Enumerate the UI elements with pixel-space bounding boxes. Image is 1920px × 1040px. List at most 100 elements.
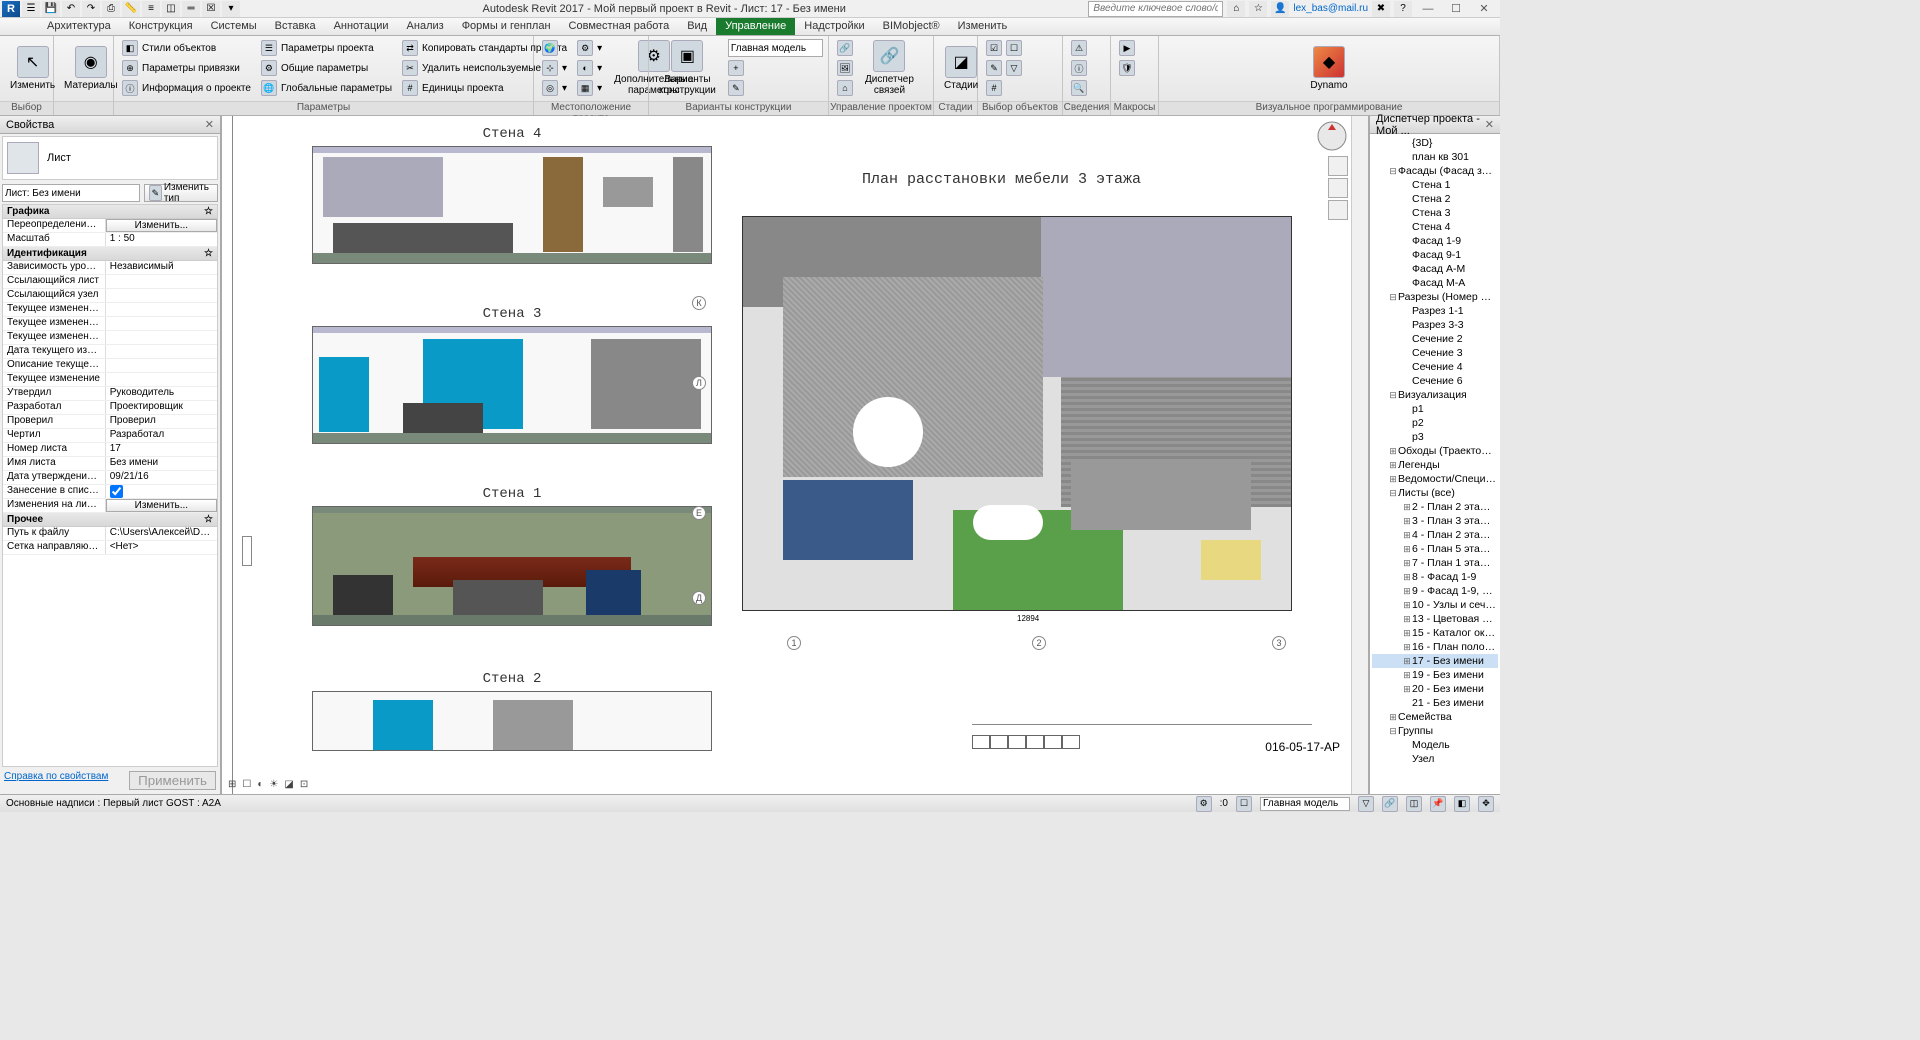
tab-massing[interactable]: Формы и генплан [453,18,560,35]
communicate-icon[interactable]: ☆ [1249,1,1267,17]
tree-item[interactable]: ⊞Легенды [1372,458,1498,472]
prop-row[interactable]: Описание текущего ... [3,359,217,373]
prop-row[interactable]: Текущее изменение [3,373,217,387]
qat-switch-icon[interactable]: ▾ [222,1,240,17]
apply-button[interactable]: Применить [129,771,216,790]
tree-item[interactable]: ⊞7 - План 1 этажа на [1372,556,1498,570]
tree-item[interactable]: Разрез 1-1 [1372,304,1498,318]
maximize-button[interactable]: ☐ [1444,1,1468,17]
minimize-button[interactable]: — [1416,1,1440,17]
tree-item[interactable]: {3D} [1372,136,1498,150]
search-input[interactable] [1088,1,1223,17]
tree-item[interactable]: ⊞16 - План полов 3 э [1372,640,1498,654]
tree-item[interactable]: ⊟Визуализация [1372,388,1498,402]
close-button[interactable]: ✕ [1472,1,1496,17]
tree-item[interactable]: Фасад 9-1 [1372,248,1498,262]
tab-insert[interactable]: Вставка [266,18,325,35]
instance-combo[interactable] [2,184,140,202]
prop-row[interactable]: Дата утверждения ли...09/21/16 [3,471,217,485]
wall3-view[interactable] [312,326,712,444]
inquiry-1[interactable]: ⚠ [1067,38,1091,58]
sun-path-icon[interactable]: ☀ [269,779,278,790]
filter-selection-icon[interactable]: ▽ [1358,796,1374,812]
global-params-button[interactable]: 🌐Глобальные параметры [257,78,396,98]
tree-item[interactable]: ⊞17 - Без имени [1372,654,1498,668]
prop-row[interactable]: УтвердилРуководитель [3,387,217,401]
save-selection-button[interactable]: ☑☐ [982,38,1026,58]
tab-bimobject[interactable]: BIMobject® [874,18,949,35]
tab-structure[interactable]: Конструкция [120,18,202,35]
tab-modify[interactable]: Изменить [949,18,1017,35]
tree-item[interactable]: ⊞19 - Без имени [1372,668,1498,682]
shared-params-button[interactable]: ⚙Общие параметры [257,58,396,78]
select-links-icon[interactable]: 🔗 [1382,796,1398,812]
prop-row[interactable]: Ссылающийся лист [3,275,217,289]
prop-row[interactable]: Переопределения ви...Изменить... [3,219,217,233]
visual-style-icon[interactable]: ◐ [257,779,263,790]
dynamo-button[interactable]: ◆ Dynamo [1304,38,1353,98]
position-button[interactable]: ◎▾ [538,78,571,98]
prop-row[interactable]: Зависимость уровняНезависимый [3,261,217,275]
tab-systems[interactable]: Системы [202,18,266,35]
tab-analyze[interactable]: Анализ [398,18,453,35]
tab-annotate[interactable]: Аннотации [325,18,398,35]
drag-icon[interactable]: ✥ [1478,796,1494,812]
wall1-view[interactable] [312,506,712,626]
tree-item[interactable]: Фасад М-А [1372,276,1498,290]
manage-links-button[interactable]: 🔗 Диспетчер связей [859,38,920,98]
design-option-combo[interactable] [1260,797,1350,811]
tree-item[interactable]: ⊟Фасады (Фасад здан [1372,164,1498,178]
coordinates-button[interactable]: ⊹▾ [538,58,571,78]
inquiry-2[interactable]: ⓘ [1067,58,1091,78]
tree-item[interactable]: Стена 3 [1372,206,1498,220]
tree-item[interactable]: ⊞10 - Узлы и сечени [1372,598,1498,612]
exchange-icon[interactable]: ✖ [1372,1,1390,17]
user-account-link[interactable]: lex_bas@mail.ru [1293,3,1368,14]
tab-architecture[interactable]: Архитектура [38,18,120,35]
wall2-view[interactable] [312,691,712,751]
prop-row[interactable]: Имя листаБез имени [3,457,217,471]
qat-thinlines-icon[interactable]: ═ [182,1,200,17]
prop-row[interactable]: РазработалПроектировщик [3,401,217,415]
project-browser-tree[interactable]: {3D}план кв 301⊟Фасады (Фасад зданСтена … [1370,134,1500,794]
tree-item[interactable]: Сечение 3 [1372,346,1498,360]
tab-view[interactable]: Вид [678,18,716,35]
macro-mgr-button[interactable]: ▶ [1115,38,1139,58]
modify-button[interactable]: ↖ Изменить [4,38,61,98]
starting-view-small[interactable]: ⌂ [833,78,857,98]
wall4-view[interactable] [312,146,712,264]
prop-row[interactable]: Ссылающийся узел [3,289,217,303]
prop-row[interactable]: Изменения на листеИзменить... [3,499,217,513]
location-button[interactable]: 🌍 [538,38,571,58]
drawing-canvas[interactable]: Стена 4 Стена 3 [222,116,1370,794]
pick-edit-button[interactable]: ✎ [724,78,827,98]
tree-item[interactable]: Сечение 2 [1372,332,1498,346]
tree-item[interactable]: Фасад А-М [1372,262,1498,276]
prop-row[interactable]: ЧертилРазработал [3,429,217,443]
tree-item[interactable]: ⊞9 - Фасад 1-9, А-М, [1372,584,1498,598]
object-styles-button[interactable]: ◧Стили объектов [118,38,255,58]
edit-selection-button[interactable]: ✎▽ [982,58,1026,78]
tree-item[interactable]: Стена 1 [1372,178,1498,192]
tree-item[interactable]: ⊞15 - Каталог окон. П [1372,626,1498,640]
app-menu-button[interactable]: R [2,1,20,17]
qat-measure-icon[interactable]: 📏 [122,1,140,17]
checkbox[interactable] [110,485,123,498]
tree-item[interactable]: Узел [1372,752,1498,766]
scale-display[interactable]: ⊞ [228,779,236,790]
qat-undo-icon[interactable]: ↶ [62,1,80,17]
qat-save-icon[interactable]: 💾 [42,1,60,17]
tree-item[interactable]: ⊟Разрезы (Номер вид [1372,290,1498,304]
prop-row[interactable]: Занесение в список ... [3,485,217,499]
view-control-bar[interactable]: ⊞ ☐ ◐ ☀ ◪ ⊡ [228,779,308,790]
crop-icon[interactable]: ⊡ [300,779,308,790]
tree-item[interactable]: р3 [1372,430,1498,444]
add-to-set-button[interactable]: + [724,58,827,78]
prop-row[interactable]: Текущее изменение ... [3,317,217,331]
macro-sec-button[interactable]: 🛡 [1115,58,1139,78]
project-params-button[interactable]: ☰Параметры проекта [257,38,396,58]
prop-row[interactable]: Текущее изменение ... [3,331,217,345]
floor-plan-view[interactable] [742,216,1292,611]
tree-item[interactable]: Фасад 1-9 [1372,234,1498,248]
tree-item[interactable]: р1 [1372,402,1498,416]
